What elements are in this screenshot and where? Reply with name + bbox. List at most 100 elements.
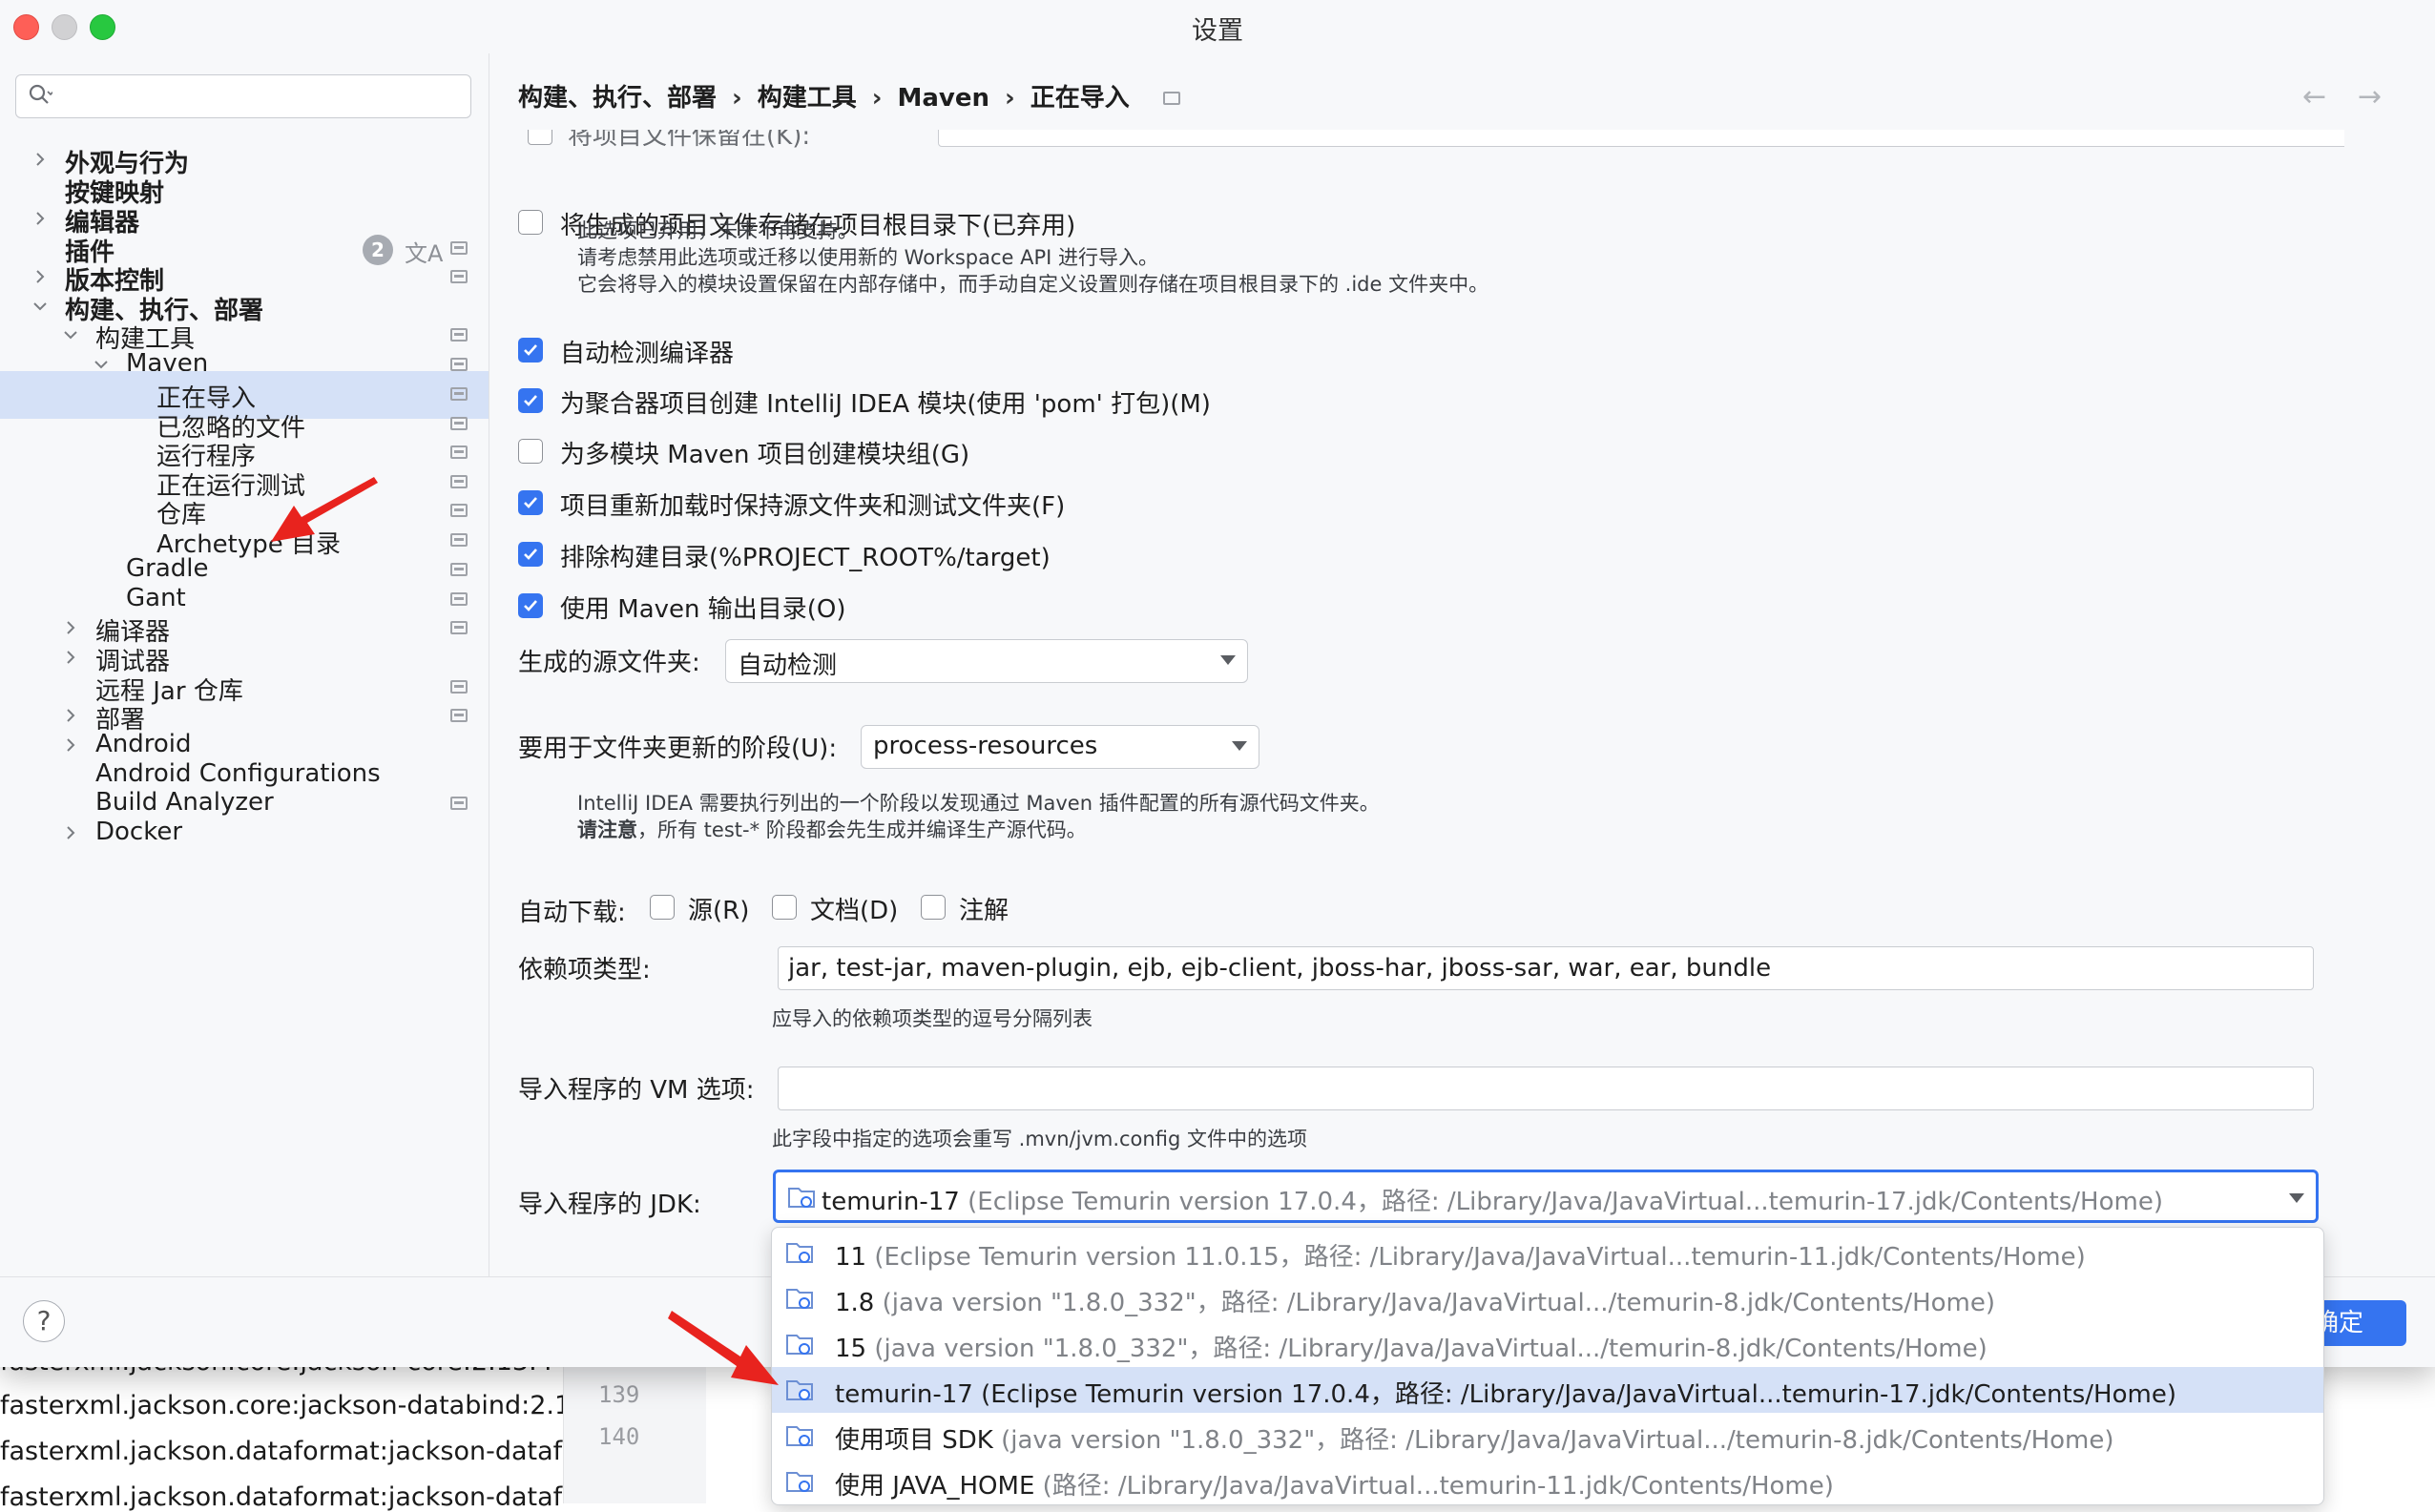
- auto-detect-compiler-checkbox[interactable]: [518, 338, 543, 362]
- auto-download-label: 自动下载:: [518, 899, 626, 927]
- option-label: 项目重新加载时保持源文件夹和测试文件夹(F): [560, 492, 1066, 521]
- project-level-icon: [450, 797, 468, 810]
- generated-sources-select[interactable]: 自动检测: [725, 639, 1248, 683]
- exclude-build-dir-checkbox-row[interactable]: 排除构建目录(%PROJECT_ROOT%/target): [518, 536, 1663, 574]
- download-docs-checkbox[interactable]: [772, 895, 797, 920]
- option-text: 15 (java version "1.8.0_332"，路径: /Librar…: [835, 1329, 1988, 1364]
- breadcrumb-item: 正在导入: [1030, 84, 1130, 113]
- phase-hint: 请注意，所有 test-* 阶段都会先生成并编译生产源代码。: [577, 815, 1087, 843]
- option-label: 文档(D): [810, 897, 899, 925]
- option-text: 11 (Eclipse Temurin version 11.0.15，路径: …: [835, 1237, 2086, 1273]
- project-level-icon: [450, 270, 468, 283]
- jdk-option[interactable]: 使用 JAVA_HOME (路径: /Library/Java/JavaVirt…: [772, 1459, 2323, 1504]
- option-label: 注解: [959, 897, 1009, 925]
- option-text: 1.8 (java version "1.8.0_332"，路径: /Libra…: [835, 1283, 1995, 1318]
- maven-output-dir-checkbox[interactable]: [518, 593, 543, 618]
- project-level-icon: [450, 709, 468, 722]
- auto-detect-compiler-checkbox-row[interactable]: 自动检测编译器: [518, 332, 1663, 370]
- jdk-name: 15: [835, 1335, 867, 1363]
- project-level-icon: [450, 475, 468, 488]
- window-title: 设置: [1192, 16, 1243, 46]
- option-label: 将项目文件保留在(K):: [568, 130, 811, 149]
- project-level-icon: [1163, 92, 1180, 105]
- annotation-arrow: [271, 477, 378, 542]
- exclude-build-dir-checkbox[interactable]: [518, 542, 543, 567]
- select-value: temurin-17 (Eclipse Temurin version 17.0…: [822, 1182, 2163, 1217]
- jdk-name: temurin-17: [835, 1380, 973, 1409]
- breadcrumb-item[interactable]: 构建工具: [758, 78, 857, 114]
- sidebar-item-docker[interactable]: Docker: [0, 810, 489, 858]
- vm-options-label: 导入程序的 VM 选项:: [518, 1076, 755, 1105]
- download-docs-checkbox-row[interactable]: 文档(D): [772, 889, 905, 927]
- project-level-icon: [450, 504, 468, 517]
- option-text: 使用 JAVA_HOME (路径: /Library/Java/JavaVirt…: [835, 1466, 1834, 1502]
- importer-jdk-label: 导入程序的 JDK:: [518, 1191, 701, 1219]
- jdk-name: 11: [835, 1243, 867, 1272]
- jdk-folder-icon: [786, 1380, 813, 1400]
- option-label: 为多模块 Maven 项目创建模块组(G): [560, 441, 970, 469]
- jdk-folder-icon: [786, 1243, 813, 1263]
- breadcrumb-separator: ›: [732, 84, 742, 113]
- title-bar: 设置: [0, 0, 2435, 53]
- project-level-icon: [450, 563, 468, 576]
- aggregator-module-checkbox-row[interactable]: 为聚合器项目创建 IntelliJ IDEA 模块(使用 'pom' 打包)(M…: [518, 383, 1854, 421]
- help-button[interactable]: ?: [23, 1300, 65, 1342]
- module-groups-checkbox[interactable]: [518, 439, 543, 464]
- vm-options-input[interactable]: [778, 1067, 2314, 1110]
- project-level-icon: [450, 445, 468, 459]
- select-value: 自动检测: [738, 652, 838, 680]
- download-annotations-checkbox[interactable]: [921, 895, 946, 920]
- vm-options-hint: 此字段中指定的选项会重写 .mvn/jvm.config 文件中的选项: [772, 1128, 1307, 1150]
- deprecated-hint-line: 请考虑禁用此选项或迁移以使用新的 Workspace API 进行导入。: [577, 246, 1159, 269]
- scrolled-option-row: 将项目文件保留在(K):: [518, 130, 2344, 149]
- checkbox[interactable]: [528, 130, 552, 145]
- phase-select[interactable]: process-resources: [861, 725, 1259, 769]
- store-in-root-checkbox[interactable]: [518, 210, 543, 235]
- settings-dialog: 设置 外观与行为 按键映射 编辑器 插件 2 文A 版本控制 构建、执行、部署 …: [0, 0, 2435, 1367]
- forward-arrow-icon[interactable]: →: [2358, 80, 2382, 114]
- line-number: 140: [598, 1423, 640, 1450]
- phase-hint: IntelliJ IDEA 需要执行列出的一个阶段以发现通过 Maven 插件配…: [577, 792, 1380, 815]
- jdk-folder-icon: [788, 1188, 815, 1208]
- jdk-name: 1.8: [835, 1289, 875, 1317]
- sidebar-item-label: Docker: [95, 818, 183, 846]
- aggregator-module-checkbox[interactable]: [518, 388, 543, 413]
- jdk-option[interactable]: 1.8 (java version "1.8.0_332"，路径: /Libra…: [772, 1275, 2323, 1321]
- maven-output-dir-checkbox-row[interactable]: 使用 Maven 输出目录(O): [518, 588, 1663, 626]
- project-level-icon: [450, 328, 468, 342]
- jdk-option[interactable]: 使用项目 SDK (java version "1.8.0_332"，路径: /…: [772, 1413, 2323, 1459]
- jdk-folder-icon: [786, 1472, 813, 1492]
- option-label: 源(R): [688, 897, 750, 925]
- option-label: 排除构建目录(%PROJECT_ROOT%/target): [560, 544, 1051, 572]
- keep-source-folders-checkbox[interactable]: [518, 490, 543, 515]
- search-field[interactable]: [15, 74, 471, 118]
- text-field[interactable]: [938, 130, 2344, 147]
- generated-sources-label: 生成的源文件夹:: [518, 649, 700, 677]
- jdk-option[interactable]: 11 (Eclipse Temurin version 11.0.15，路径: …: [772, 1230, 2323, 1275]
- chevron-right-icon[interactable]: [59, 821, 82, 844]
- dependency-line: fasterxml.jackson.dataformat:jackson-dat…: [0, 1482, 563, 1512]
- jdk-option[interactable]: 15 (java version "1.8.0_332"，路径: /Librar…: [772, 1321, 2323, 1367]
- chevron-down-icon: [2289, 1193, 2304, 1203]
- search-input[interactable]: [68, 79, 463, 114]
- annotation-arrow: [668, 1311, 779, 1385]
- dependency-types-input[interactable]: [778, 946, 2314, 990]
- jdk-name: 使用 JAVA_HOME: [835, 1472, 1035, 1501]
- download-sources-checkbox-row[interactable]: 源(R): [650, 889, 764, 927]
- phase-hint-emphasis: 请注意: [577, 818, 637, 841]
- download-annotations-checkbox-row[interactable]: 注解: [921, 889, 1035, 927]
- project-level-icon: [450, 358, 468, 371]
- keep-source-folders-checkbox-row[interactable]: 项目重新加载时保持源文件夹和测试文件夹(F): [518, 485, 1663, 523]
- project-level-icon: [450, 387, 468, 401]
- breadcrumb-item[interactable]: 构建、执行、部署: [518, 78, 717, 114]
- download-sources-checkbox[interactable]: [650, 895, 675, 920]
- jdk-description: (Eclipse Temurin version 17.0.4，路径: /Lib…: [981, 1380, 2176, 1409]
- back-arrow-icon[interactable]: ←: [2302, 80, 2326, 114]
- jdk-description: (Eclipse Temurin version 17.0.4，路径: /Lib…: [968, 1188, 2163, 1216]
- breadcrumb: 构建、执行、部署 › 构建工具 › Maven › 正在导入: [518, 78, 1130, 114]
- module-groups-checkbox-row[interactable]: 为多模块 Maven 项目创建模块组(G): [518, 433, 1663, 471]
- jdk-option-selected[interactable]: temurin-17 (Eclipse Temurin version 17.0…: [772, 1367, 2323, 1413]
- option-label: 使用 Maven 输出目录(O): [560, 595, 846, 624]
- importer-jdk-select[interactable]: temurin-17 (Eclipse Temurin version 17.0…: [773, 1170, 2319, 1223]
- breadcrumb-item[interactable]: Maven: [897, 84, 989, 113]
